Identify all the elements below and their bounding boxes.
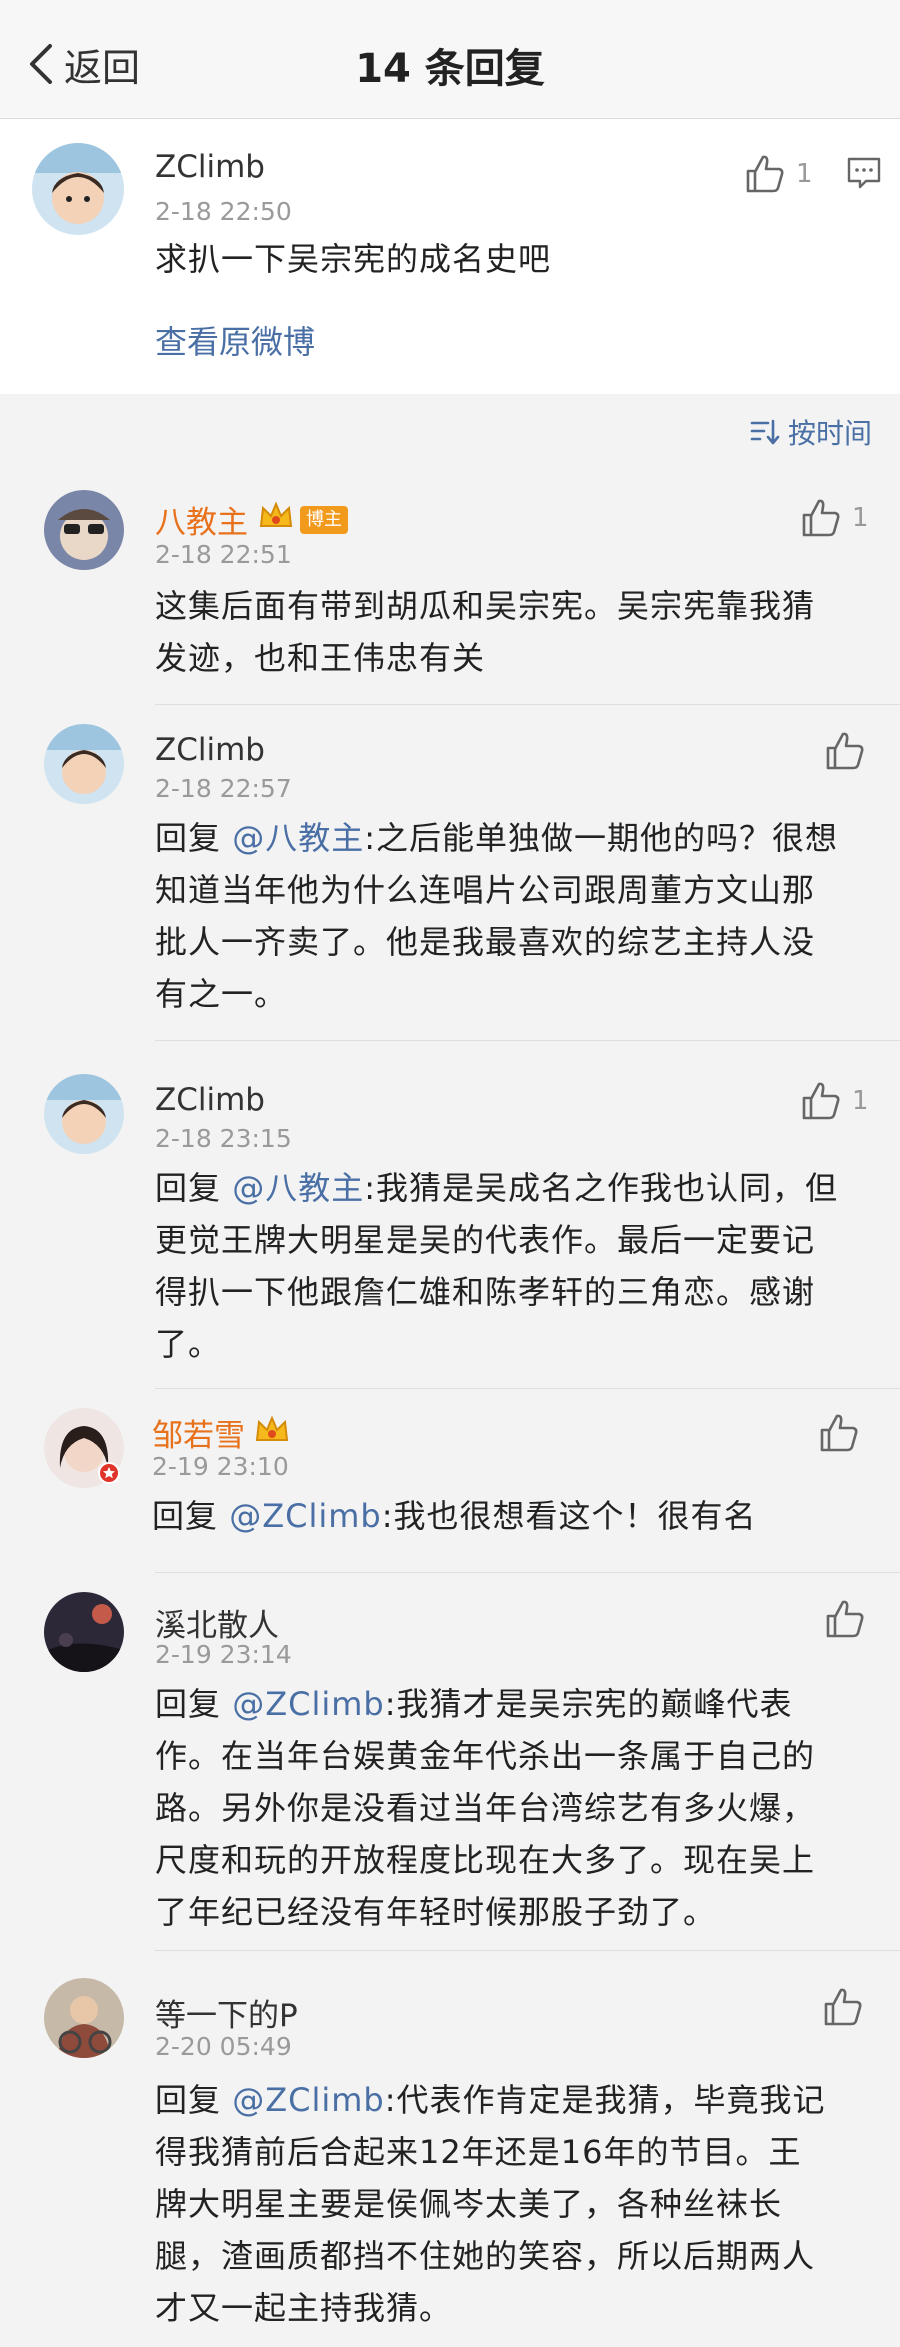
- comment-icon[interactable]: [846, 155, 882, 191]
- reply-line: 了年纪已经没有年轻时候那股子劲了。: [155, 1893, 717, 1931]
- vip-crown-icon: [259, 501, 293, 527]
- reply-time: 2-18 23:15: [155, 1124, 292, 1153]
- like-icon[interactable]: [800, 1080, 842, 1122]
- like-icon[interactable]: [824, 1598, 866, 1640]
- divider: [155, 704, 900, 705]
- reply-author[interactable]: ZClimb: [155, 732, 265, 768]
- sort-icon: [750, 419, 780, 445]
- like-count: 1: [796, 159, 813, 189]
- reply-line: :代表作肯定是我猜，毕竟我记: [384, 2081, 826, 2119]
- reply-text: 回复 @ZClimb:代表作肯定是我猜，毕竟我记 得我猜前后合起来12年还是16…: [155, 2074, 826, 2334]
- mention-link[interactable]: @八教主: [232, 1169, 364, 1207]
- reply-text: 回复 @八教主:之后能单独做一期他的吗？很想 知道当年他为什么连唱片公司跟周董方…: [155, 812, 838, 1020]
- reply-author[interactable]: 溪北散人: [155, 1600, 279, 1645]
- reply-line: 这集后面有带到胡瓜和吴宗宪。吴宗宪靠我猜: [155, 587, 816, 625]
- reply-line: 知道当年他为什么连唱片公司跟周董方文山那: [155, 871, 816, 909]
- mention-link[interactable]: @ZClimb: [232, 2081, 385, 2119]
- reply-author[interactable]: 八教主: [155, 497, 248, 542]
- reply-line: 作。在当年台娱黄金年代杀出一条属于自己的: [155, 1737, 816, 1775]
- reply-time: 2-18 22:57: [155, 774, 292, 803]
- avatar[interactable]: [44, 1074, 124, 1154]
- reply-line: 腿，渣画质都挡不住她的笑容，所以后期两人: [155, 2237, 816, 2275]
- comment-author[interactable]: ZClimb: [155, 149, 265, 185]
- reply-prefix: 回复: [155, 1685, 233, 1723]
- reply-author[interactable]: 等一下的P: [155, 1990, 298, 2035]
- reply-line: 得我猜前后合起来12年还是16年的节目。王: [155, 2133, 802, 2171]
- like-icon[interactable]: [744, 153, 786, 195]
- like-icon[interactable]: [822, 1986, 864, 2028]
- view-original-link[interactable]: 查看原微博: [155, 317, 315, 363]
- avatar[interactable]: [44, 1978, 124, 2058]
- like-icon[interactable]: [824, 730, 866, 772]
- divider: [155, 1950, 900, 1951]
- mention-link[interactable]: @ZClimb: [232, 1685, 385, 1723]
- reply-line: 得扒一下他跟詹仁雄和陈孝轩的三角恋。感谢: [155, 1273, 816, 1311]
- reply-line: 尺度和玩的开放程度比现在大多了。现在吴上: [155, 1841, 816, 1879]
- reply-text: 回复 @ZClimb:我猜才是吴宗宪的巅峰代表 作。在当年台娱黄金年代杀出一条属…: [155, 1678, 815, 1938]
- author-badge: 博主: [300, 506, 348, 534]
- reply-line: 批人一齐卖了。他是我最喜欢的综艺主持人没: [155, 923, 816, 961]
- avatar[interactable]: [44, 724, 124, 804]
- reply-line: 才又一起主持我猜。: [155, 2289, 453, 2327]
- reply-time: 2-19 23:10: [152, 1452, 289, 1481]
- divider: [155, 1388, 900, 1389]
- reply-author[interactable]: ZClimb: [155, 1082, 265, 1118]
- vip-crown-icon: [255, 1415, 289, 1441]
- page-title: 14 条回复: [355, 46, 545, 92]
- mention-link[interactable]: @八教主: [232, 819, 364, 857]
- like-icon[interactable]: [800, 497, 842, 539]
- reply-time: 2-18 22:51: [155, 540, 292, 569]
- avatar[interactable]: [44, 1592, 124, 1672]
- divider: [155, 1040, 900, 1041]
- reply-time: 2-19 23:14: [155, 1640, 292, 1669]
- sort-label: 按时间: [787, 417, 872, 450]
- reply-text: 这集后面有带到胡瓜和吴宗宪。吴宗宪靠我猜 发迹，也和王伟忠有关: [155, 580, 815, 684]
- verified-badge-icon: [98, 1462, 120, 1484]
- reply-time: 2-20 05:49: [155, 2032, 292, 2061]
- reply-text: 回复 @ZClimb:我也很想看这个！很有名: [152, 1490, 757, 1542]
- avatar[interactable]: [44, 490, 124, 570]
- reply-line: :之后能单独做一期他的吗？很想: [364, 819, 838, 857]
- reply-line: :我猜才是吴宗宪的巅峰代表: [384, 1685, 793, 1723]
- reply-line: 了。: [155, 1325, 222, 1363]
- avatar[interactable]: [32, 143, 124, 235]
- top-bar: 返回 14 条回复: [0, 0, 900, 119]
- reply-line: :我也很想看这个！很有名: [381, 1497, 757, 1535]
- comment-text: 求扒一下吴宗宪的成名史吧: [155, 240, 552, 278]
- reply-line: 路。另外你是没看过当年台湾综艺有多火爆，: [155, 1789, 816, 1827]
- divider: [155, 1572, 900, 1573]
- reply-prefix: 回复: [152, 1497, 230, 1535]
- reply-line: 牌大明星主要是侯佩岑太美了，各种丝袜长: [155, 2185, 783, 2223]
- sort-by-time-button[interactable]: 按时间: [750, 412, 872, 452]
- original-comment: ZClimb 2-18 22:50 求扒一下吴宗宪的成名史吧 查看原微博 1: [0, 119, 900, 394]
- like-count: 1: [852, 503, 869, 533]
- reply-author[interactable]: 邹若雪: [152, 1410, 245, 1455]
- comment-time: 2-18 22:50: [155, 197, 292, 226]
- reply-prefix: 回复: [155, 1169, 233, 1207]
- reply-line: 发迹，也和王伟忠有关: [155, 639, 486, 677]
- reply-prefix: 回复: [155, 2081, 233, 2119]
- reply-text: 回复 @八教主:我猜是吴成名之作我也认同，但 更觉王牌大明星是吴的代表作。最后一…: [155, 1162, 838, 1370]
- reply-line: 有之一。: [155, 975, 288, 1013]
- reply-line: :我猜是吴成名之作我也认同，但: [364, 1169, 838, 1207]
- like-count: 1: [852, 1086, 869, 1116]
- reply-line: 更觉王牌大明星是吴的代表作。最后一定要记: [155, 1221, 816, 1259]
- like-icon[interactable]: [818, 1412, 860, 1454]
- reply-prefix: 回复: [155, 819, 233, 857]
- mention-link[interactable]: @ZClimb: [229, 1497, 382, 1535]
